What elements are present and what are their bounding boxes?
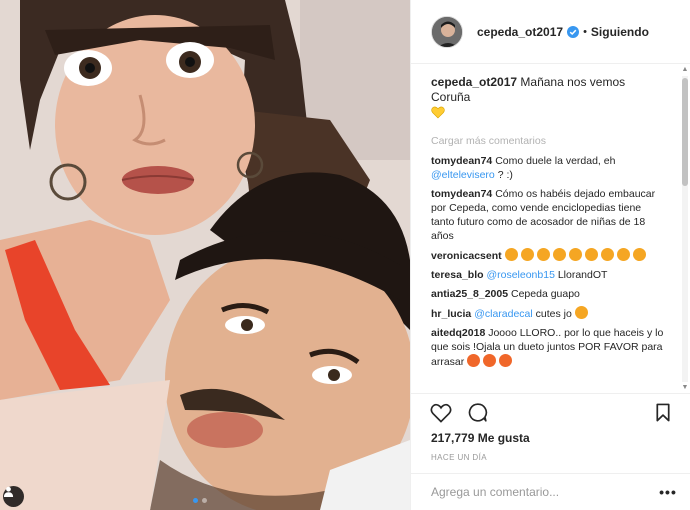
header-username-link[interactable]: cepeda_ot2017	[477, 25, 563, 39]
heart-eyes-emoji-icon	[520, 248, 534, 261]
tag-user-icon[interactable]	[3, 486, 24, 507]
heart-eyes-emoji-icon	[600, 248, 614, 261]
comment-text-tail: ? :)	[494, 169, 513, 181]
comment-text: Cepeda guapo	[511, 288, 580, 300]
heart-eyes-emoji-icon	[536, 248, 550, 261]
fire-emoji-icon	[467, 354, 481, 367]
comment-username-link[interactable]: veronicacsent	[431, 250, 502, 262]
carousel-dot[interactable]	[202, 498, 207, 503]
comment-item: antia25_8_2005 Cepeda guapo	[431, 287, 667, 301]
caption-username-link[interactable]: cepeda_ot2017	[431, 75, 517, 89]
post-caption: cepeda_ot2017 Mañana nos vemos Coruña	[431, 75, 667, 123]
fire-emoji-icon	[483, 354, 497, 367]
post-side-panel: cepeda_ot2017 • Siguiendo cepeda_ot2017 …	[410, 0, 690, 510]
comment-text: Como duele la verdad, eh	[495, 155, 616, 167]
heart-eyes-emoji-icon	[632, 248, 646, 261]
comment-item: tomydean74 Como duele la verdad, eh @elt…	[431, 154, 667, 182]
add-comment-input[interactable]	[431, 485, 659, 499]
carousel-indicator	[193, 498, 207, 503]
scrollbar-track[interactable]	[682, 76, 688, 382]
smile-emoji-icon	[574, 306, 588, 319]
more-options-button[interactable]: •••	[659, 483, 677, 501]
avatar[interactable]	[431, 15, 463, 48]
scroll-down-arrow-icon[interactable]: ▼	[681, 384, 689, 392]
comment-username-link[interactable]: tomydean74	[431, 188, 492, 200]
comment-icon[interactable]	[465, 401, 489, 425]
comment-username-link[interactable]: teresa_blo	[431, 269, 484, 281]
post-timestamp[interactable]: HACE UN DÍA	[431, 453, 487, 462]
fire-emoji-icon	[499, 354, 513, 367]
post-header: cepeda_ot2017 • Siguiendo	[411, 0, 690, 64]
bookmark-icon[interactable]	[651, 401, 675, 425]
likes-count[interactable]: 217,779 Me gusta	[431, 431, 530, 445]
comment-username-link[interactable]: tomydean74	[431, 155, 492, 167]
yellow-heart-icon	[431, 106, 445, 123]
carousel-dot-active	[193, 498, 198, 503]
comment-text-tail: cutes jo	[532, 308, 575, 320]
photo-illustration	[0, 0, 410, 510]
heart-eyes-emoji-icon	[504, 248, 518, 261]
verified-badge-icon	[567, 25, 580, 38]
heart-eyes-emoji-icon	[616, 248, 630, 261]
scroll-up-arrow-icon[interactable]: ▲	[681, 66, 689, 74]
comment-username-link[interactable]: hr_lucia	[431, 308, 471, 320]
load-more-comments-link[interactable]: Cargar más comentarios	[431, 135, 667, 147]
comment-username-link[interactable]: aitedq2018	[431, 327, 485, 339]
heart-eyes-emoji-icon	[568, 248, 582, 261]
comment-text-tail: LlorandOT	[554, 269, 608, 281]
heart-eyes-emoji-icon	[584, 248, 598, 261]
post-photo[interactable]	[0, 0, 410, 510]
comments-list: cepeda_ot2017 Mañana nos vemos Coruña Ca…	[411, 65, 690, 393]
comments-scrollbar[interactable]: ▲ ▼	[681, 66, 689, 392]
add-comment-bar: •••	[411, 473, 690, 510]
emoji-row	[467, 354, 515, 368]
following-button[interactable]: Siguiendo	[591, 25, 649, 39]
comment-item: hr_lucia @claradecal cutes jo	[431, 306, 667, 321]
comment-item: veronicacsent	[431, 248, 667, 263]
comment-username-link[interactable]: antia25_8_2005	[431, 288, 508, 300]
comment-mention-link[interactable]: @eltelevisero	[431, 169, 495, 181]
post-actions	[411, 393, 690, 431]
comment-mention-link[interactable]: @roseleonb15	[486, 269, 554, 281]
comment-mention-link[interactable]: @claradecal	[474, 308, 533, 320]
header-separator: •	[583, 25, 587, 38]
comment-item: teresa_blo @roseleonb15 LlorandOT	[431, 268, 667, 282]
heart-eyes-emoji-icon	[552, 248, 566, 261]
heart-icon[interactable]	[429, 401, 453, 425]
scrollbar-thumb[interactable]	[682, 78, 688, 186]
comment-item: aitedq2018 Joooo LLORO.. por lo que hace…	[431, 326, 667, 369]
emoji-row	[504, 248, 649, 262]
comment-item: tomydean74 Cómo os habéis dejado embauca…	[431, 187, 667, 243]
